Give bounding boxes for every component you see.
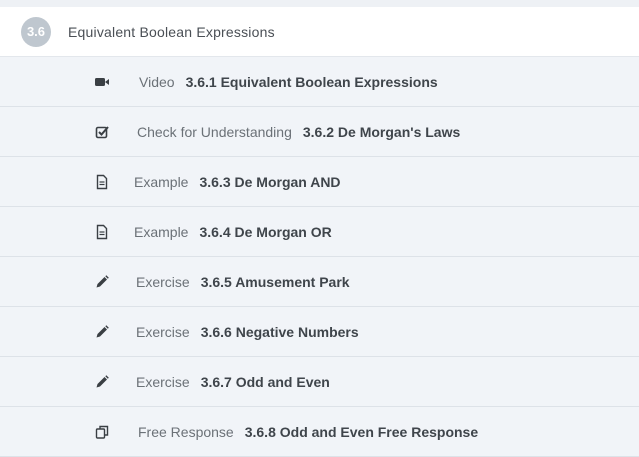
copy-icon <box>94 424 110 440</box>
section-title: Equivalent Boolean Expressions <box>68 23 275 40</box>
lesson-item-exercise[interactable]: Exercise 3.6.6 Negative Numbers <box>0 307 639 357</box>
video-camera-icon <box>94 74 110 90</box>
lesson-item-example[interactable]: Example 3.6.4 De Morgan OR <box>0 207 639 257</box>
top-strip <box>0 0 639 7</box>
pencil-icon <box>94 274 110 290</box>
document-icon <box>94 224 110 240</box>
lesson-item-video[interactable]: Video 3.6.1 Equivalent Boolean Expressio… <box>0 57 639 107</box>
item-title: 3.6.3 De Morgan AND <box>199 173 341 190</box>
checkbox-icon <box>94 124 110 140</box>
item-title: 3.6.1 Equivalent Boolean Expressions <box>185 73 438 90</box>
item-type-label: Exercise <box>136 373 190 390</box>
item-type-label: Video <box>139 73 175 90</box>
item-type-label: Free Response <box>138 423 234 440</box>
pencil-icon <box>94 374 110 390</box>
document-icon <box>94 174 110 190</box>
section-header[interactable]: 3.6 Equivalent Boolean Expressions <box>0 7 639 57</box>
lesson-item-free-response[interactable]: Free Response 3.6.8 Odd and Even Free Re… <box>0 407 639 457</box>
item-type-label: Exercise <box>136 323 190 340</box>
lesson-item-exercise[interactable]: Exercise 3.6.5 Amusement Park <box>0 257 639 307</box>
lesson-item-exercise[interactable]: Exercise 3.6.7 Odd and Even <box>0 357 639 407</box>
item-type-label: Example <box>134 173 189 190</box>
item-title: 3.6.2 De Morgan's Laws <box>302 123 461 140</box>
lesson-item-example[interactable]: Example 3.6.3 De Morgan AND <box>0 157 639 207</box>
pencil-icon <box>94 324 110 340</box>
item-type-label: Check for Understanding <box>137 123 292 140</box>
item-title: 3.6.8 Odd and Even Free Response <box>244 423 479 440</box>
lesson-item-list: Video 3.6.1 Equivalent Boolean Expressio… <box>0 57 639 457</box>
item-title: 3.6.4 De Morgan OR <box>199 223 332 240</box>
item-type-label: Exercise <box>136 273 190 290</box>
item-title: 3.6.7 Odd and Even <box>200 373 330 390</box>
section-number-badge: 3.6 <box>21 16 51 47</box>
item-title: 3.6.5 Amusement Park <box>200 273 350 290</box>
item-title: 3.6.6 Negative Numbers <box>200 323 359 340</box>
item-type-label: Example <box>134 223 189 240</box>
lesson-item-check-for-understanding[interactable]: Check for Understanding 3.6.2 De Morgan'… <box>0 107 639 157</box>
